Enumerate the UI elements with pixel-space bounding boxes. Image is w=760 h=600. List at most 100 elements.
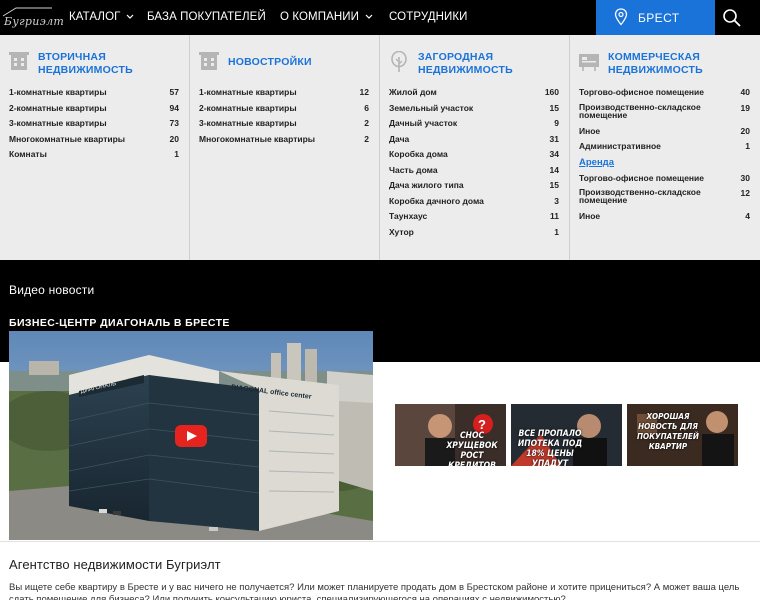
rent-label: Аренда: [579, 156, 614, 168]
category-title: ВТОРИЧНАЯ НЕДВИЖИМОСТЬ: [38, 51, 133, 77]
item-label: Комнаты: [9, 149, 47, 159]
item-label: Административное: [579, 141, 661, 151]
top-navigation: Бугриэлт КАТАЛОГ БАЗА ПОКУПАТЕЛЕЙ О КОМП…: [0, 0, 760, 35]
category-title-line: НЕДВИЖИМОСТЬ: [38, 64, 133, 76]
section-divider: [0, 541, 760, 542]
item-label: Торгово-офисное помещение: [579, 87, 705, 97]
agency-title: Агентство недвижимости Бугриэлт: [9, 557, 221, 572]
category-title-line: НЕДВИЖИМОСТЬ: [418, 64, 513, 76]
item-label: 1-комнатные квартиры: [9, 87, 107, 97]
chevron-down-icon: [127, 14, 134, 19]
category-item[interactable]: Часть дома 14: [389, 165, 559, 181]
item-label: Иное: [579, 125, 601, 136]
item-label: Часть дома: [389, 164, 438, 175]
category-items: Торгово-офисное помещение 40 Производстве…: [579, 87, 750, 227]
category-item[interactable]: Производственно-складское помещение 19: [579, 101, 750, 126]
category-item[interactable]: Коробка дачного дома 3: [389, 196, 559, 212]
item-label: Производственно-складское помещение: [579, 101, 701, 120]
map-pin-icon: [614, 8, 628, 26]
category-item[interactable]: Хутор 1: [389, 227, 559, 243]
category-item[interactable]: Многокомнатные квартиры 20: [9, 134, 179, 150]
item-label: Коробка дачного дома: [389, 195, 484, 206]
video-title: БИЗНЕС-ЦЕНТР ДИАГОНАЛЬ В БРЕСТЕ: [9, 317, 230, 329]
category-item[interactable]: Таунхаус 11: [389, 211, 559, 227]
category-item[interactable]: 3-комнатные квартиры 73: [9, 118, 179, 134]
play-button-icon[interactable]: [175, 425, 207, 447]
nav-buyers[interactable]: БАЗА ПОКУПАТЕЛЕЙ: [147, 11, 266, 23]
item-label: Производственно-складское помещение: [579, 187, 701, 205]
video-thumbnail[interactable]: ХОРОШАЯ НОВОСТЬ ДЛЯ ПОКУПАТЕЛЕЙ КВАРТИР: [627, 404, 738, 466]
agency-description: Вы ищете себе квартиру в Бресте и у вас …: [9, 582, 740, 600]
video-thumbnail[interactable]: ? СНОС ХРУЩЕВОК РОСТ КРЕДИТОВ ЗАПРЕТ АГЕ…: [395, 404, 506, 466]
item-count: 57: [169, 87, 179, 97]
apartment-building-icon: [9, 52, 29, 70]
category-item[interactable]: Иное 4: [579, 211, 750, 227]
category-item[interactable]: Дачный участок 9: [389, 118, 559, 134]
search-icon[interactable]: [722, 8, 742, 28]
item-count: 40: [740, 87, 750, 97]
item-label: 1-комнатные квартиры: [199, 87, 297, 97]
category-title-line: КОММЕРЧЕСКАЯ: [608, 51, 700, 63]
item-label: Жилой дом: [389, 87, 437, 97]
category-header[interactable]: ВТОРИЧНАЯ НЕДВИЖИМОСТЬ: [0, 47, 189, 79]
thumbnail-caption: ХОРОШАЯ НОВОСТЬ ДЛЯ ПОКУПАТЕЛЕЙ КВАРТИР: [637, 412, 699, 451]
item-count: 4: [745, 211, 750, 221]
city-label: БРЕСТ: [638, 11, 680, 25]
category-item[interactable]: Многокомнатные квартиры 2: [199, 134, 369, 150]
rent-link[interactable]: Аренда: [579, 157, 750, 173]
tree-icon: [391, 51, 407, 72]
category-item[interactable]: Коробка дома 34: [389, 149, 559, 165]
category-item[interactable]: Земельный участок 15: [389, 103, 559, 119]
item-label: 3-комнатные квартиры: [199, 118, 297, 128]
category-country: ЗАГОРОДНАЯ НЕДВИЖИМОСТЬ Жилой дом 160 Зем…: [380, 35, 570, 260]
category-item[interactable]: Иное 20: [579, 126, 750, 142]
category-item[interactable]: Дача 31: [389, 134, 559, 150]
video-player[interactable]: ДИАГОНАЛЬ DIAGONAL office center: [9, 331, 373, 540]
category-item[interactable]: Комнаты 1: [9, 149, 179, 165]
category-title: КОММЕРЧЕСКАЯ НЕДВИЖИМОСТЬ: [608, 51, 703, 77]
category-item[interactable]: 2-комнатные квартиры 6: [199, 103, 369, 119]
category-header[interactable]: НОВОСТРОЙКИ: [190, 47, 379, 79]
nav-catalog[interactable]: КАТАЛОГ: [69, 11, 134, 23]
item-count: 11: [550, 211, 559, 221]
video-thumbnail[interactable]: ВСЕ ПРОПАЛО ИПОТЕКА ПОД 18% ЦЕНЫ УПАДУТ: [511, 404, 622, 466]
item-label: 2-комнатные квартиры: [199, 102, 297, 113]
item-count: 9: [554, 118, 559, 128]
category-title-line: ЗАГОРОДНАЯ: [418, 51, 494, 63]
item-count: 14: [549, 164, 559, 175]
nav-staff-label: СОТРУДНИКИ: [389, 11, 468, 23]
item-label: Иное: [579, 211, 601, 221]
category-commercial: КОММЕРЧЕСКАЯ НЕДВИЖИМОСТЬ Торгово-офисно…: [570, 35, 760, 260]
item-label: Таунхаус: [389, 211, 428, 221]
category-item[interactable]: Административное 1: [579, 141, 750, 157]
item-count: 19: [740, 102, 750, 113]
city-select-button[interactable]: БРЕСТ: [596, 0, 715, 35]
category-item[interactable]: 3-комнатные квартиры 2: [199, 118, 369, 134]
category-item[interactable]: 1-комнатные квартиры 57: [9, 87, 179, 103]
category-items: Жилой дом 160 Земельный участок 15 Дачный …: [389, 87, 559, 242]
category-item[interactable]: 2-комнатные квартиры 94: [9, 103, 179, 119]
category-title-line: НЕДВИЖИМОСТЬ: [608, 64, 703, 76]
nav-staff[interactable]: СОТРУДНИКИ: [389, 11, 468, 23]
nav-about[interactable]: О КОМПАНИИ: [280, 11, 373, 23]
item-count: 31: [549, 133, 559, 144]
category-item[interactable]: Дача жилого типа 15: [389, 180, 559, 196]
logo[interactable]: Бугриэлт: [2, 7, 64, 29]
category-header[interactable]: КОММЕРЧЕСКАЯ НЕДВИЖИМОСТЬ: [570, 47, 760, 79]
item-label: Многокомнатные квартиры: [199, 133, 316, 144]
category-title: ЗАГОРОДНАЯ НЕДВИЖИМОСТЬ: [418, 51, 513, 77]
category-secondary: ВТОРИЧНАЯ НЕДВИЖИМОСТЬ 1-комнатные кварт…: [0, 35, 190, 260]
category-item[interactable]: Жилой дом 160: [389, 87, 559, 103]
category-item[interactable]: Торгово-офисное помещение 40: [579, 87, 750, 103]
logo-text: Бугриэлт: [4, 15, 65, 28]
category-header[interactable]: ЗАГОРОДНАЯ НЕДВИЖИМОСТЬ: [380, 47, 569, 79]
item-count: 30: [740, 172, 750, 183]
thumbnail-caption: ВСЕ ПРОПАЛО ИПОТЕКА ПОД 18% ЦЕНЫ УПАДУТ: [517, 429, 583, 466]
svg-text:?: ?: [478, 417, 486, 432]
category-item[interactable]: Торгово-офисное помещение 30: [579, 173, 750, 189]
item-label: Торгово-офисное помещение: [579, 172, 705, 183]
category-item[interactable]: 1-комнатные квартиры 12: [199, 87, 369, 103]
thumbnail-caption: СНОС ХРУЩЕВОК РОСТ КРЕДИТОВ ЗАПРЕТ АГЕНТ…: [446, 431, 498, 466]
category-items: 1-комнатные квартиры 57 2-комнатные кварт…: [9, 87, 179, 165]
category-item[interactable]: Производственно-складское помещение 12: [579, 188, 750, 211]
